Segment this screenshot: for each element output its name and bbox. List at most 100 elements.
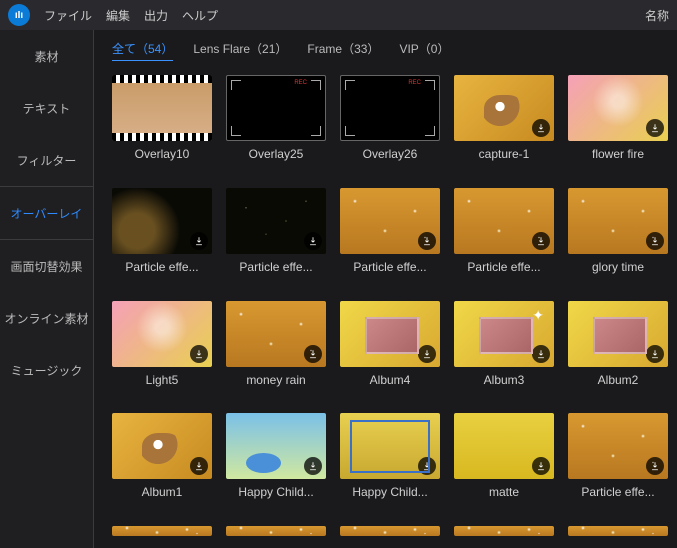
download-icon[interactable] — [190, 457, 208, 475]
sidebar-item-4[interactable]: 画面切替効果 — [0, 240, 93, 292]
thumbnail[interactable] — [112, 75, 212, 141]
sidebar-item-2[interactable]: フィルター — [0, 134, 93, 186]
sidebar-item-1[interactable]: テキスト — [0, 82, 93, 134]
thumbnail[interactable] — [568, 526, 668, 536]
thumbnail[interactable] — [568, 301, 668, 367]
overlay-card[interactable]: capture-1 — [454, 75, 554, 166]
menu-output[interactable]: 出力 — [144, 7, 168, 24]
overlay-label: Album3 — [454, 373, 554, 387]
thumbnail[interactable] — [454, 75, 554, 141]
sidebar: 素材テキストフィルターオーバーレイ画面切替効果オンライン素材ミュージック — [0, 30, 94, 548]
thumbnail[interactable] — [226, 526, 326, 536]
overlay-label: glory time — [568, 260, 668, 274]
overlay-label: Overlay10 — [112, 147, 212, 161]
thumbnail[interactable] — [340, 413, 440, 479]
overlay-label: Light5 — [112, 373, 212, 387]
overlay-card[interactable]: matte — [454, 413, 554, 504]
thumbnail[interactable] — [454, 413, 554, 479]
overlay-card[interactable]: glory time — [568, 188, 668, 279]
overlay-label: Happy Child... — [340, 485, 440, 499]
download-icon[interactable] — [304, 457, 322, 475]
thumbnail[interactable] — [112, 188, 212, 254]
thumbnail[interactable] — [112, 413, 212, 479]
main-panel: 全て（54） Lens Flare（21） Frame（33） VIP（0） Over… — [94, 30, 677, 548]
thumbnail[interactable] — [226, 301, 326, 367]
download-icon[interactable] — [418, 345, 436, 363]
thumbnail[interactable] — [112, 301, 212, 367]
overlay-card[interactable]: Happy Child... — [340, 413, 440, 504]
overlay-label: Particle effe... — [454, 260, 554, 274]
overlay-label: Happy Child... — [226, 485, 326, 499]
download-icon[interactable] — [304, 232, 322, 250]
overlay-label: matte — [454, 485, 554, 499]
thumbnail[interactable] — [568, 413, 668, 479]
download-icon[interactable] — [190, 345, 208, 363]
overlay-label: Album4 — [340, 373, 440, 387]
overlay-card[interactable]: Particle effe... — [454, 188, 554, 279]
sidebar-item-0[interactable]: 素材 — [0, 30, 93, 82]
thumbnail[interactable] — [340, 301, 440, 367]
overlay-card[interactable]: Album2 — [568, 301, 668, 392]
thumbnail[interactable] — [454, 301, 554, 367]
thumbnail[interactable] — [568, 188, 668, 254]
download-icon[interactable] — [532, 457, 550, 475]
menu-file[interactable]: ファイル — [44, 7, 92, 24]
overlay-label: Particle effe... — [112, 260, 212, 274]
thumbnail[interactable] — [454, 188, 554, 254]
menu-edit[interactable]: 編集 — [106, 7, 130, 24]
thumbnail[interactable] — [340, 526, 440, 536]
download-icon[interactable] — [418, 232, 436, 250]
overlay-card[interactable]: Light5 — [112, 301, 212, 392]
window-title: 名称 — [645, 7, 669, 24]
overlay-label: flower fire — [568, 147, 668, 161]
download-icon[interactable] — [190, 232, 208, 250]
download-icon[interactable] — [646, 345, 664, 363]
overlay-card[interactable]: money rain — [226, 301, 326, 392]
tab-2[interactable]: Frame（33） — [307, 40, 379, 61]
menubar: ıIı ファイル 編集 出力 ヘルプ 名称 — [0, 0, 677, 30]
download-icon[interactable] — [646, 119, 664, 137]
download-icon[interactable] — [532, 119, 550, 137]
overlay-card[interactable]: Particle effe... — [340, 188, 440, 279]
download-icon[interactable] — [646, 457, 664, 475]
overlay-card[interactable]: Particle effe... — [568, 413, 668, 504]
overlay-label: Particle effe... — [568, 485, 668, 499]
overlay-card[interactable]: Happy Child... — [226, 413, 326, 504]
overlay-card[interactable]: Album3 — [454, 301, 554, 392]
overlay-card[interactable]: Album1 — [112, 413, 212, 504]
tab-0[interactable]: 全て（54） — [112, 40, 173, 61]
download-icon[interactable] — [532, 232, 550, 250]
thumbnail[interactable]: REC — [226, 75, 326, 141]
thumbnail[interactable] — [340, 188, 440, 254]
overlay-label: Particle effe... — [226, 260, 326, 274]
overlay-card[interactable]: Particle effe... — [226, 188, 326, 279]
sidebar-item-6[interactable]: ミュージック — [0, 344, 93, 396]
sidebar-item-3[interactable]: オーバーレイ — [0, 187, 93, 239]
tab-3[interactable]: VIP（0） — [399, 40, 449, 61]
thumbnail[interactable] — [112, 526, 212, 536]
filter-tabs: 全て（54） Lens Flare（21） Frame（33） VIP（0） — [112, 40, 671, 61]
thumbnail[interactable] — [226, 413, 326, 479]
thumbnail[interactable] — [454, 526, 554, 536]
download-icon[interactable] — [304, 345, 322, 363]
overlay-card[interactable]: Particle effe... — [112, 188, 212, 279]
overlay-grid[interactable]: Overlay10 REC Overlay25 RECOverlay26capture… — [112, 75, 671, 541]
download-icon[interactable] — [532, 345, 550, 363]
overlay-card[interactable]: Album4 — [340, 301, 440, 392]
overlay-card[interactable]: RECOverlay26 — [340, 75, 440, 166]
download-icon[interactable] — [646, 232, 664, 250]
thumbnail[interactable] — [568, 75, 668, 141]
sidebar-item-5[interactable]: オンライン素材 — [0, 292, 93, 344]
tab-1[interactable]: Lens Flare（21） — [193, 40, 287, 61]
thumbnail[interactable] — [226, 188, 326, 254]
menu-help[interactable]: ヘルプ — [182, 7, 218, 24]
overlay-label: Album2 — [568, 373, 668, 387]
download-icon[interactable] — [418, 457, 436, 475]
overlay-card[interactable]: REC Overlay25 — [226, 75, 326, 166]
thumbnail[interactable]: REC — [340, 75, 440, 141]
overlay-label: Particle effe... — [340, 260, 440, 274]
overlay-label: Overlay25 — [226, 147, 326, 161]
overlay-label: Album1 — [112, 485, 212, 499]
overlay-card[interactable]: Overlay10 — [112, 75, 212, 166]
overlay-card[interactable]: flower fire — [568, 75, 668, 166]
